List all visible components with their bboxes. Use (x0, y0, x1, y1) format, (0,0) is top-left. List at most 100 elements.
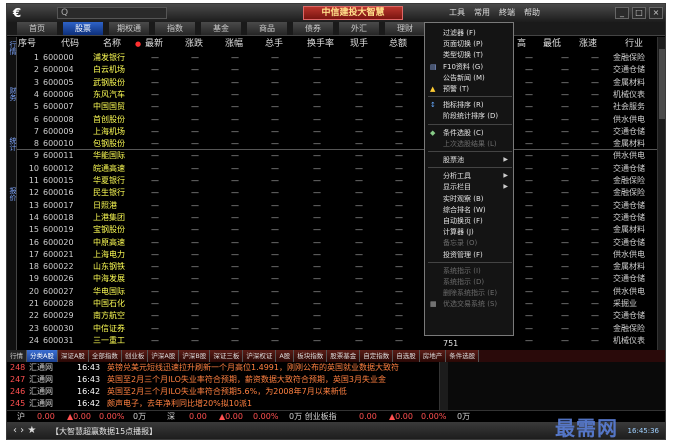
category-tab[interactable]: 沪深权证 (243, 350, 277, 362)
table-scrollbar[interactable] (657, 37, 665, 350)
stock-name[interactable]: 中原高速 (93, 237, 125, 249)
table-row[interactable]: 23 600030 中信证券 — — — — — — — — — — 金融保险 (17, 323, 657, 335)
column-header[interactable]: 序号 (18, 37, 36, 51)
context-menu-item[interactable]: F10资料 (G) ▤ (425, 61, 513, 73)
context-menu-item[interactable]: 类型切换 (T) (425, 49, 513, 61)
table-row[interactable]: 11 600015 华夏银行 — — — — — — — — — — 金融保险 (17, 175, 657, 187)
stock-name[interactable]: 东风汽车 (93, 89, 125, 101)
stock-name[interactable]: 南方航空 (93, 310, 125, 322)
table-row[interactable]: 7 600009 上海机场 — — — — — — — — — — 交通仓储 (17, 126, 657, 138)
news-scrollbar[interactable] (439, 362, 448, 410)
top-menu-item[interactable]: 終端 (499, 7, 515, 18)
column-header[interactable]: 涨幅 (225, 37, 243, 51)
stock-name[interactable]: 华夏银行 (93, 175, 125, 187)
news-headline[interactable]: 颇声电子，去年净利同比增20%拟10派1 (107, 398, 252, 410)
close-icon[interactable]: × (649, 7, 663, 19)
table-row[interactable]: 15 600019 宝钢股份 — — — — — — — — — — 金属材料 (17, 224, 657, 236)
context-menu-item[interactable]: 页面切换 (P) (425, 38, 513, 50)
table-row[interactable]: 6 600008 首创股份 — — — — — — — — — — 供水供电 (17, 114, 657, 126)
table-row[interactable]: 5 600007 中国国贸 — — — — — — — — — — 社会服务 (17, 101, 657, 113)
news-item[interactable]: 247 汇通网 16:43 英国至2月三个月ILO失业率符合预期，薪资数据大致符合预期… (7, 374, 439, 386)
column-header[interactable]: 涨速 (579, 37, 597, 51)
top-menu-item[interactable]: 工具 (449, 7, 465, 18)
category-tab[interactable]: 深证A股 (57, 350, 89, 362)
stock-name[interactable]: 中海发展 (93, 273, 125, 285)
stock-name[interactable]: 皖通高速 (93, 163, 125, 175)
brand-badge[interactable]: 中信建投大智慧 (303, 6, 403, 20)
stock-name[interactable]: 武钢股份 (93, 77, 125, 89)
news-headline[interactable]: 英国至2月三个月ILO失业率符合预期，薪资数据大致符合预期，英国3月失业金 (107, 374, 386, 386)
stock-name[interactable]: 上海机场 (93, 126, 125, 138)
table-row[interactable]: 2 600004 白云机场 — — — — — — — — — — 交通仓储 (17, 64, 657, 76)
top-menu-item[interactable]: 帮助 (524, 7, 540, 18)
status-message[interactable]: 【大智慧超赢数据15点播报】 (51, 426, 157, 437)
stock-name[interactable]: 三一重工 (93, 335, 125, 347)
column-header[interactable]: 最新 (145, 37, 163, 51)
table-row[interactable]: 8 600010 包钢股份 — — — — — — — — — — 金属材料 (17, 138, 657, 150)
category-tab[interactable]: 沪深B股 (179, 350, 211, 362)
stock-name[interactable]: 浦发银行 (93, 52, 125, 64)
table-row[interactable]: 21 600028 中国石化 — — — — — — — — — — 采掘业 (17, 298, 657, 310)
table-row[interactable]: 22 600029 南方航空 — — — — — — — — — — 交通仓储 (17, 310, 657, 322)
stock-name[interactable]: 白云机场 (93, 64, 125, 76)
category-tab[interactable]: 板块指数 (294, 350, 328, 362)
table-row[interactable]: 18 600022 山东钢铁 — — — — — — — — — — 金属材料 (17, 261, 657, 273)
stock-name[interactable]: 山东钢铁 (93, 261, 125, 273)
context-menu-item[interactable]: 综合排名 (W) (425, 204, 513, 216)
table-row[interactable]: 12 600016 民生银行 — — — — — — — — — — 金融保险 (17, 187, 657, 199)
column-header[interactable]: 名称 (103, 37, 121, 51)
column-header[interactable]: 换手率 (307, 37, 334, 51)
stock-name[interactable]: 中国国贸 (93, 101, 125, 113)
table-row[interactable]: 24 600031 三一重工 — — — — — — — — — — 机械仪表 (17, 335, 657, 347)
category-tab[interactable]: 房地产 (419, 350, 447, 362)
context-menu-item[interactable]: 股票池 ▶ (425, 154, 513, 166)
context-menu-item[interactable]: 指标排序 (R) ↕ (425, 99, 513, 111)
scroll-thumb[interactable] (659, 49, 665, 119)
nav-tab[interactable]: 股票 (63, 22, 103, 35)
table-row[interactable]: 17 600021 上海电力 — — — — — — — — — — 供水供电 (17, 249, 657, 261)
column-header[interactable]: 行业 (625, 37, 643, 51)
minimize-icon[interactable]: _ (615, 7, 629, 19)
search-input[interactable] (57, 7, 167, 19)
table-row[interactable]: 14 600018 上港集团 — — — — — — — — — — 交通仓储 (17, 212, 657, 224)
stock-name[interactable]: 上港集团 (93, 212, 125, 224)
column-header[interactable]: 代码 (61, 37, 79, 51)
left-vtab[interactable]: 统计 (7, 137, 17, 151)
search-icon[interactable]: Q (61, 7, 73, 19)
nav-tab[interactable]: 基金 (201, 22, 241, 35)
category-tab[interactable]: 行情 (7, 350, 27, 362)
news-item[interactable]: 246 汇通网 16:42 英国至2月三个月ILO失业率符合预期5.6%，为2008年… (7, 386, 439, 398)
table-row[interactable]: 16 600020 中原高速 — — — — — — — — — — 交通仓储 (17, 237, 657, 249)
context-menu-item[interactable]: 条件选股 (C) ◆ (425, 127, 513, 139)
stock-name[interactable]: 华电国际 (93, 286, 125, 298)
category-tab[interactable]: 全部指数 (88, 350, 122, 362)
stock-name[interactable]: 包钢股份 (93, 138, 125, 150)
news-item[interactable]: 248 汇通网 16:43 英镑兑美元短线迅速拉升刷新一个月高位1.4991，刚刚公布… (7, 362, 439, 374)
table-row[interactable]: 3 600005 武钢股份 — — — — — — — — — — 金属材料 (17, 77, 657, 89)
left-vtab[interactable]: 报价 (7, 187, 17, 201)
stock-name[interactable]: 华能国际 (93, 150, 125, 162)
category-tab[interactable]: 创业板 (121, 350, 149, 362)
table-row[interactable]: 9 600011 华能国际 — — — — — — — — — — 供水供电 (17, 150, 657, 162)
left-vtab[interactable]: 财务 (7, 87, 17, 101)
category-tab[interactable]: 沪深A股 (148, 350, 180, 362)
column-header[interactable]: 总额 (389, 37, 407, 51)
stock-name[interactable]: 宝钢股份 (93, 224, 125, 236)
stock-name[interactable]: 民生银行 (93, 187, 125, 199)
context-menu-item[interactable]: 实时观察 (B) (425, 193, 513, 205)
table-row[interactable]: 13 600017 日照港 — — — — — — — — — — 交通仓储 (17, 200, 657, 212)
column-header[interactable]: 高 (517, 37, 526, 51)
context-menu-item[interactable]: 显示栏目 ▶ (425, 181, 513, 193)
nav-tab[interactable]: 首页 (17, 22, 57, 35)
stock-name[interactable]: 中国石化 (93, 298, 125, 310)
nav-tab[interactable]: 债券 (293, 22, 333, 35)
context-menu-item[interactable]: 分析工具 ▶ (425, 170, 513, 182)
column-header[interactable]: 现手 (350, 37, 368, 51)
nav-tab[interactable]: 外汇 (339, 22, 379, 35)
context-menu-item[interactable]: 自动换页 (F) (425, 215, 513, 227)
category-tab[interactable]: 条件选股 (446, 350, 480, 362)
category-tab[interactable]: 股票基金 (327, 350, 361, 362)
news-item[interactable]: 245 汇通网 16:42 颇声电子，去年净利同比增20%拟10派1 (7, 398, 439, 410)
nav-tab[interactable]: 指数 (155, 22, 195, 35)
nav-tab[interactable]: 商品 (247, 22, 287, 35)
